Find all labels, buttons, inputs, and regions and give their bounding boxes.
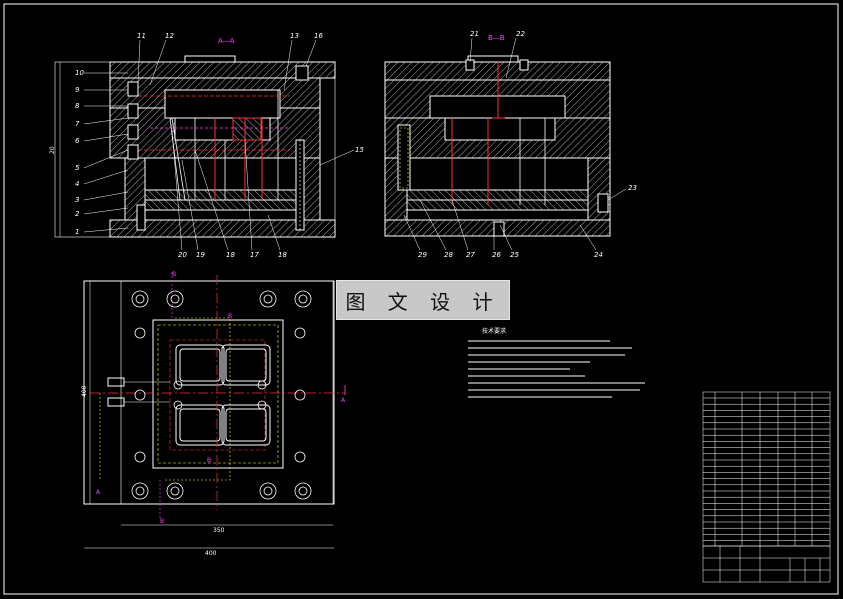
- dim-outer-width: 400: [205, 550, 217, 557]
- svg-text:12: 12: [165, 32, 174, 40]
- svg-text:21: 21: [470, 30, 479, 38]
- svg-text:29: 29: [418, 251, 427, 259]
- svg-text:17: 17: [250, 251, 259, 259]
- svg-text:4: 4: [75, 180, 79, 188]
- svg-text:10: 10: [75, 69, 84, 77]
- svg-text:3: 3: [75, 196, 79, 204]
- svg-text:23: 23: [628, 184, 637, 192]
- svg-text:7: 7: [75, 120, 80, 128]
- section-bb-label: B—B: [488, 34, 505, 42]
- svg-text:15: 15: [355, 146, 364, 154]
- svg-text:B: B: [160, 518, 164, 525]
- svg-text:27: 27: [466, 251, 475, 259]
- section-aa-label: A—A: [218, 37, 235, 45]
- svg-text:24: 24: [594, 251, 603, 259]
- svg-text:B: B: [207, 457, 211, 464]
- svg-text:19: 19: [196, 251, 205, 259]
- notes-title: 技术要求: [482, 327, 506, 335]
- svg-text:A: A: [341, 397, 346, 404]
- svg-text:18: 18: [226, 251, 235, 259]
- svg-text:9: 9: [75, 86, 80, 94]
- parts-list: [702, 391, 831, 547]
- plan-view: A A B B B B 350 400 400: [81, 271, 346, 557]
- svg-text:25: 25: [510, 251, 519, 259]
- title-block: [702, 545, 831, 583]
- svg-text:22: 22: [516, 30, 525, 38]
- dim-inner-width: 350: [213, 527, 225, 534]
- svg-text:6: 6: [75, 137, 80, 145]
- svg-text:20: 20: [178, 251, 187, 259]
- svg-text:26: 26: [492, 251, 501, 259]
- svg-text:5: 5: [75, 164, 80, 172]
- section-aa-view: A—A 20 10 9 8 7 6 5 4 3 2 1 11 12 13 16 …: [49, 32, 364, 259]
- svg-text:11: 11: [137, 32, 146, 40]
- svg-text:B: B: [228, 313, 232, 320]
- svg-text:8: 8: [75, 102, 80, 110]
- svg-text:2: 2: [75, 210, 80, 218]
- watermark-banner: 图 文 设 计: [336, 280, 510, 320]
- svg-text:18: 18: [278, 251, 287, 259]
- svg-text:16: 16: [314, 32, 323, 40]
- svg-text:13: 13: [290, 32, 299, 40]
- dim-plan-height: 400: [81, 385, 88, 397]
- svg-text:B: B: [172, 271, 176, 278]
- svg-text:A: A: [96, 489, 101, 496]
- section-bb-view: B—B 21 22 23 29 28 27 26 25 24: [384, 30, 637, 259]
- technical-notes: 技术要求: [468, 327, 645, 398]
- svg-text:28: 28: [444, 251, 453, 259]
- dim-height: 20: [49, 146, 56, 154]
- svg-text:1: 1: [75, 228, 79, 236]
